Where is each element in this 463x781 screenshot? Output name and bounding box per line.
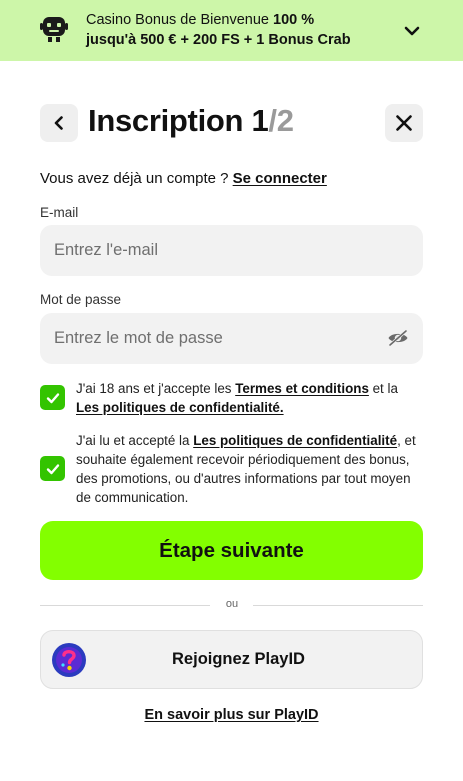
step-total: /2 — [268, 103, 294, 138]
chevron-down-icon[interactable] — [401, 20, 423, 42]
promo-text: Casino Bonus de Bienvenue 100 % jusqu'à … — [86, 10, 351, 50]
divider-text: ou — [225, 598, 239, 610]
terms-consent-text: J'ai 18 ans et j'accepte les Termes et c… — [76, 379, 426, 417]
promo-line1-bold: 100 % — [273, 12, 315, 28]
close-icon — [396, 115, 412, 131]
promo-line1: Casino Bonus de Bienvenue — [86, 12, 274, 28]
page-title: Inscription 1/2 — [88, 100, 294, 142]
terms-text-1: J'ai 18 ans et j'accepte les — [76, 381, 236, 396]
close-button[interactable] — [385, 104, 423, 142]
divider-right — [253, 605, 423, 606]
back-button[interactable] — [40, 104, 78, 142]
promo-line2: jusqu'à 500 € + 200 FS + 1 Bonus Crab — [86, 32, 351, 48]
email-field[interactable] — [40, 225, 423, 276]
password-field[interactable] — [40, 313, 423, 364]
login-prompt-text: Vous avez déjà un compte ? — [40, 170, 233, 187]
marketing-text-1: J'ai lu et accepté la — [76, 433, 194, 448]
terms-link[interactable]: Termes et conditions — [235, 381, 369, 396]
learn-more: En savoir plus sur PlayID — [0, 707, 463, 723]
eye-off-icon[interactable] — [387, 329, 409, 347]
chevron-left-icon — [54, 116, 63, 130]
terms-text-2: et la — [368, 381, 398, 396]
privacy-link[interactable]: Les politiques de confidentialité. — [76, 400, 284, 415]
login-link[interactable]: Se connecter — [233, 170, 327, 187]
marketing-checkbox[interactable] — [40, 456, 65, 481]
title-text: Inscription 1 — [88, 103, 269, 138]
checkmark-icon — [46, 392, 59, 403]
login-prompt: Vous avez déjà un compte ? Se connecter — [40, 169, 327, 189]
robot-icon — [40, 17, 68, 42]
learn-more-link[interactable]: En savoir plus sur PlayID — [144, 707, 318, 723]
divider-left — [40, 605, 210, 606]
checkmark-icon — [46, 463, 59, 474]
playid-label: Rejoignez PlayID — [172, 650, 305, 668]
playid-button[interactable]: Rejoignez PlayID — [40, 630, 423, 689]
terms-checkbox[interactable] — [40, 385, 65, 410]
marketing-consent-text: J'ai lu et accepté la Les politiques de … — [76, 431, 426, 507]
promo-banner[interactable]: Casino Bonus de Bienvenue 100 % jusqu'à … — [0, 0, 463, 61]
email-label: E-mail — [40, 205, 79, 220]
password-label: Mot de passe — [40, 292, 122, 307]
next-step-button[interactable]: Étape suivante — [40, 521, 423, 580]
privacy-link-2[interactable]: Les politiques de confidentialité — [193, 433, 397, 448]
